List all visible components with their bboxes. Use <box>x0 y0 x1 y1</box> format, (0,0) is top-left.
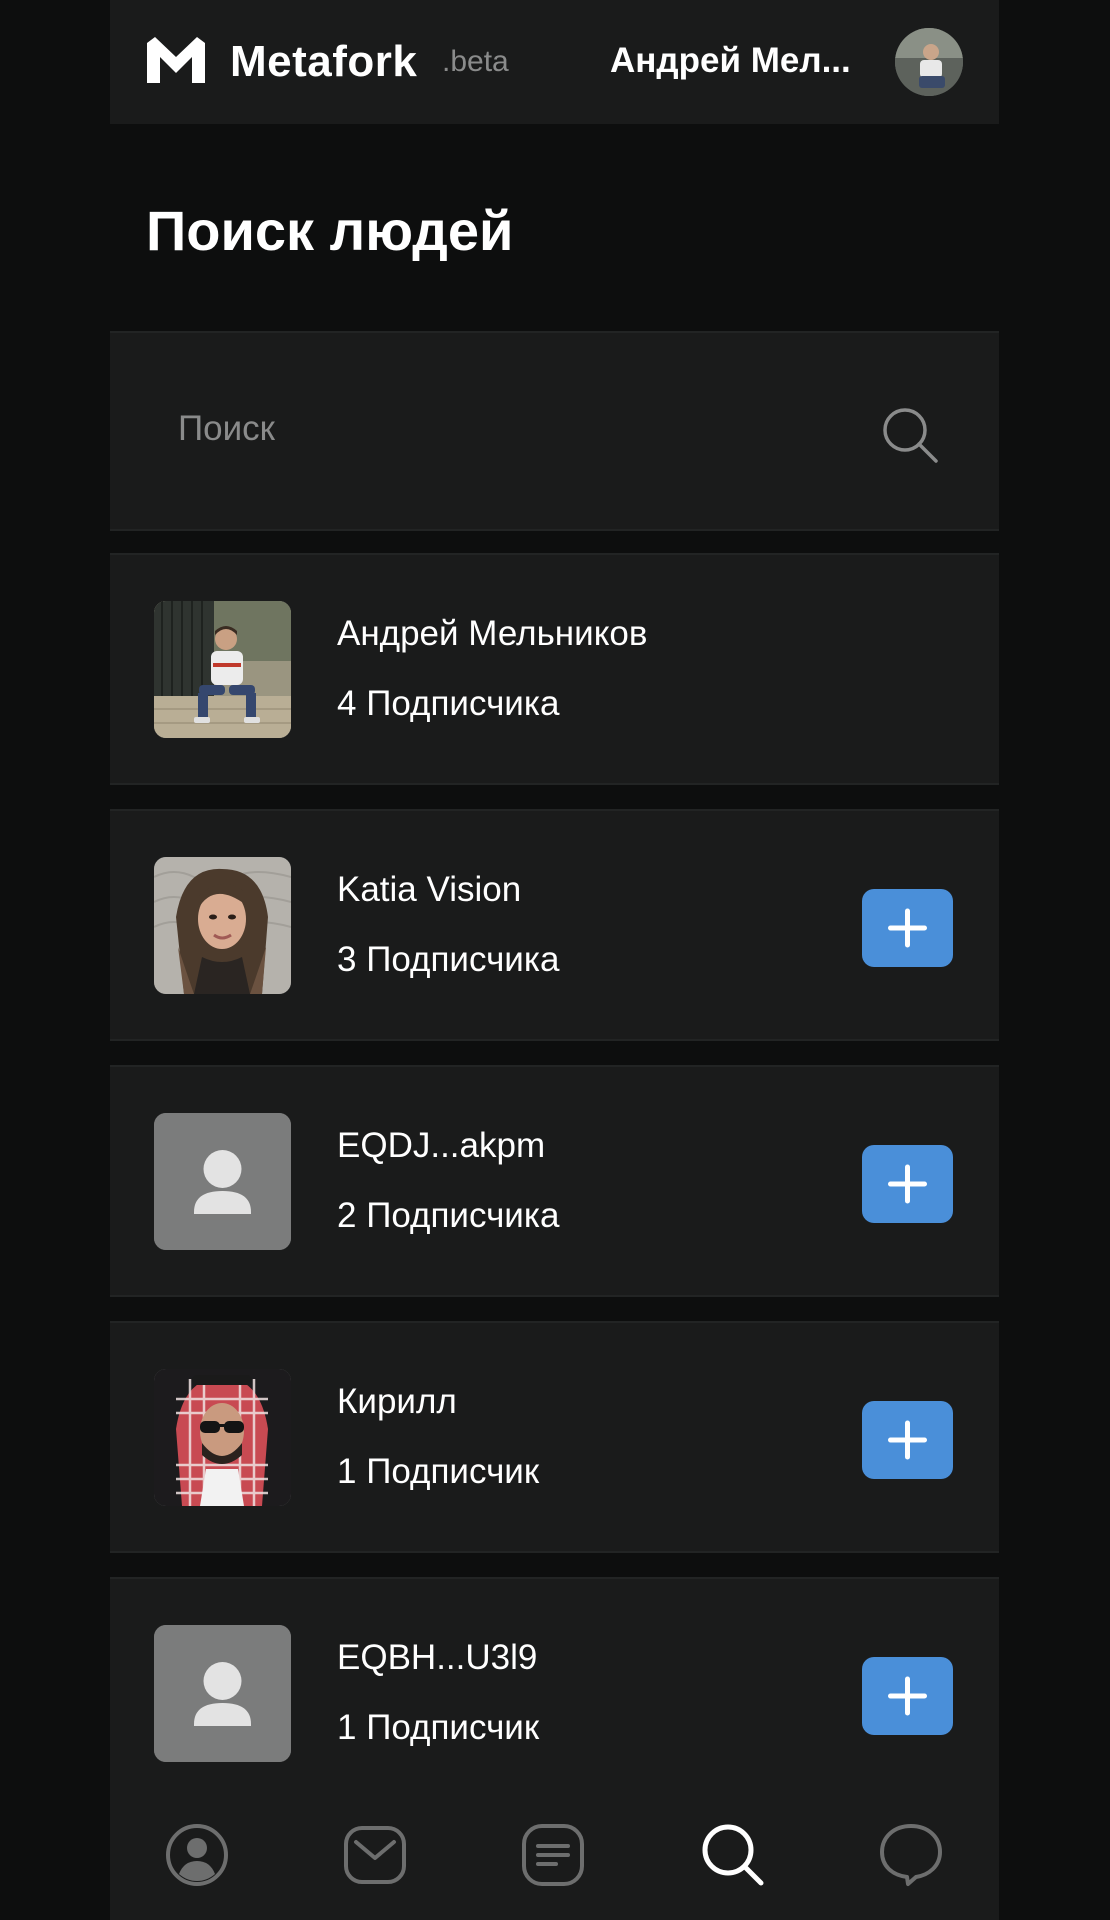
search-icon <box>702 1824 764 1886</box>
profile-icon <box>166 1824 228 1886</box>
search-icon <box>883 408 938 463</box>
chat-bubble-icon <box>880 1824 942 1886</box>
person-name[interactable]: Андрей Мельников <box>337 611 647 657</box>
mail-icon <box>344 1826 406 1884</box>
person-avatar[interactable] <box>154 601 291 738</box>
person-card[interactable]: Katia Vision 3 Подписчика <box>110 809 999 1041</box>
person-avatar[interactable] <box>154 857 291 994</box>
person-card[interactable]: EQDJ...akpm 2 Подписчика <box>110 1065 999 1297</box>
bottom-navigation <box>110 1790 999 1920</box>
subscriber-count: 2 Подписчика <box>337 1196 560 1235</box>
subscriber-count: 1 Подписчик <box>337 1452 540 1491</box>
plus-icon <box>888 908 927 948</box>
person-card[interactable]: EQBH...U3l9 1 Подписчик <box>110 1577 999 1817</box>
current-user-avatar[interactable] <box>895 28 963 96</box>
person-name[interactable]: Katia Vision <box>337 867 521 913</box>
person-name[interactable]: EQBH...U3l9 <box>337 1635 537 1681</box>
search-bar <box>110 331 999 531</box>
person-name[interactable]: Кирилл <box>337 1379 457 1425</box>
person-card[interactable]: Андрей Мельников 4 Подписчика <box>110 553 999 785</box>
search-input[interactable] <box>176 393 800 465</box>
default-user-icon <box>154 1625 291 1762</box>
app-root: Metafork .beta Андрей Мел... Поиск людей <box>0 0 1110 1920</box>
default-user-icon <box>154 1113 291 1250</box>
person-card[interactable]: Кирилл 1 Подписчик <box>110 1321 999 1553</box>
nav-messages[interactable] <box>340 1820 410 1890</box>
follow-button[interactable] <box>862 1145 953 1223</box>
plus-icon <box>888 1676 927 1716</box>
follow-button[interactable] <box>862 889 953 967</box>
follow-button[interactable] <box>862 1657 953 1735</box>
plus-icon <box>888 1420 927 1460</box>
brand-name[interactable]: Metafork <box>230 34 417 90</box>
person-avatar[interactable] <box>154 1625 291 1762</box>
subscriber-count: 4 Подписчика <box>337 684 560 723</box>
nav-profile[interactable] <box>162 1820 232 1890</box>
top-bar: Metafork .beta Андрей Мел... <box>110 0 999 124</box>
search-button[interactable] <box>880 405 942 467</box>
feed-icon <box>522 1824 584 1886</box>
person-avatar[interactable] <box>154 1113 291 1250</box>
plus-icon <box>888 1164 927 1204</box>
current-user-name[interactable]: Андрей Мел... <box>610 38 851 84</box>
subscriber-count: 1 Подписчик <box>337 1708 540 1747</box>
person-name[interactable]: EQDJ...akpm <box>337 1123 545 1169</box>
nav-search[interactable] <box>698 1820 768 1890</box>
person-avatar[interactable] <box>154 1369 291 1506</box>
beta-label: .beta <box>442 45 509 78</box>
metafork-logo-icon[interactable] <box>145 35 207 85</box>
nav-chat[interactable] <box>876 1820 946 1890</box>
follow-button[interactable] <box>862 1401 953 1479</box>
subscriber-count: 3 Подписчика <box>337 940 560 979</box>
nav-feed[interactable] <box>518 1820 588 1890</box>
page-title: Поиск людей <box>146 199 514 262</box>
